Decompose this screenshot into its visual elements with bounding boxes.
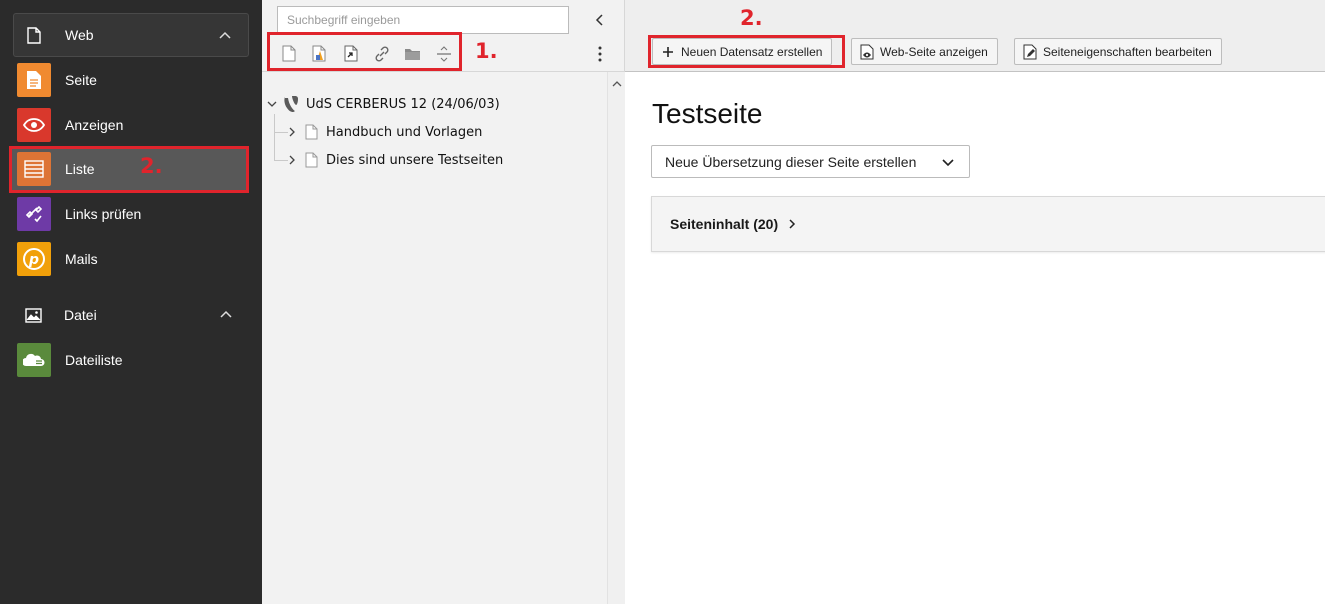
- tree-connector-line: [274, 132, 288, 133]
- chevron-right-icon[interactable]: [289, 127, 299, 137]
- chevron-up-icon[interactable]: [217, 27, 233, 43]
- language-select[interactable]: Neue Übersetzung dieser Seite erstellen: [651, 145, 970, 178]
- typo3-logo-icon: [282, 95, 300, 113]
- tree-connector-line: [274, 160, 288, 161]
- chevron-left-icon[interactable]: [593, 13, 607, 27]
- folder-cloud-icon: [17, 343, 51, 377]
- page-icon: [305, 152, 318, 168]
- content-area: Neuen Datensatz erstellen Web-Seite anze…: [625, 0, 1325, 604]
- page-icon: [25, 26, 43, 44]
- module-dateiliste-label: Dateiliste: [65, 352, 123, 368]
- module-links-pruefen-label: Links prüfen: [65, 206, 142, 222]
- view-page-icon: [859, 44, 875, 60]
- image-icon: [24, 306, 42, 324]
- chevron-up-icon[interactable]: [218, 306, 234, 322]
- panel-title: Seiteninhalt (20): [670, 216, 779, 232]
- module-anzeigen-label: Anzeigen: [65, 117, 124, 133]
- tree-node[interactable]: Dies sind unsere Testseiten: [289, 149, 503, 171]
- module-seite[interactable]: Seite: [9, 59, 249, 101]
- module-seite-label: Seite: [65, 72, 97, 88]
- edit-page-icon: [1022, 44, 1038, 60]
- module-dateiliste[interactable]: Dateiliste: [9, 339, 249, 381]
- step-label-2-sidebar: 2.: [140, 154, 163, 178]
- tree-root-label: UdS CERBERUS 12 (24/06/03): [306, 96, 500, 112]
- mail-p-icon: p: [17, 242, 51, 276]
- module-links-pruefen[interactable]: Links prüfen: [9, 193, 249, 235]
- module-anzeigen[interactable]: Anzeigen: [9, 104, 249, 146]
- group-datei-header[interactable]: Datei: [13, 293, 249, 337]
- chevron-right-icon: [788, 218, 796, 230]
- edit-page-properties-button[interactable]: Seiteneigenschaften bearbeiten: [1014, 38, 1222, 65]
- edit-page-properties-label: Seiteneigenschaften bearbeiten: [1043, 44, 1212, 59]
- highlight-box-new-record: [648, 35, 845, 68]
- scroll-up-arrow-icon[interactable]: [612, 76, 622, 87]
- tree-scrollbar[interactable]: [607, 72, 625, 604]
- doc-header: Neuen Datensatz erstellen Web-Seite anze…: [625, 0, 1325, 72]
- tree-root-node[interactable]: UdS CERBERUS 12 (24/06/03): [267, 93, 500, 115]
- page-tree-panel: 1. UdS CERBERUS 12 (24/06/03) Handbuch u…: [262, 0, 625, 604]
- tree-node[interactable]: Handbuch und Vorlagen: [289, 121, 482, 143]
- tree-divider: [262, 71, 624, 72]
- group-datei-label: Datei: [64, 307, 97, 323]
- page-icon: [305, 124, 318, 140]
- chevron-right-icon[interactable]: [289, 155, 299, 165]
- view-page-label: Web-Seite anzeigen: [880, 44, 988, 59]
- group-web-label: Web: [65, 27, 94, 43]
- module-mails-label: Mails: [65, 251, 98, 267]
- language-select-value: Neue Übersetzung dieser Seite erstellen: [665, 153, 917, 170]
- view-page-button[interactable]: Web-Seite anzeigen: [851, 38, 998, 65]
- page-content-panel[interactable]: Seiteninhalt (20): [651, 196, 1325, 252]
- link-check-icon: [17, 197, 51, 231]
- tree-node-label: Dies sind unsere Testseiten: [326, 152, 504, 168]
- eye-icon: [17, 108, 51, 142]
- chevron-down-icon[interactable]: [267, 100, 279, 108]
- tree-node-label: Handbuch und Vorlagen: [326, 124, 483, 140]
- highlight-box-toolbar: [267, 32, 462, 71]
- group-web-header[interactable]: Web: [13, 13, 249, 57]
- step-label-2-header: 2.: [740, 6, 763, 30]
- highlight-box-liste: [9, 146, 249, 193]
- page-title: Testseite: [652, 98, 763, 129]
- chevron-down-icon: [941, 156, 955, 168]
- module-mails[interactable]: p Mails: [9, 238, 249, 280]
- tree-search-input[interactable]: [277, 6, 569, 34]
- step-label-1: 1.: [475, 39, 498, 63]
- page-module-icon: [17, 63, 51, 97]
- kebab-menu-icon[interactable]: [595, 45, 605, 63]
- tree-connector-line: [274, 114, 275, 160]
- module-menu: Web Seite Anzeigen Liste Links prüfen p …: [0, 0, 262, 604]
- svg-text:p: p: [28, 252, 39, 268]
